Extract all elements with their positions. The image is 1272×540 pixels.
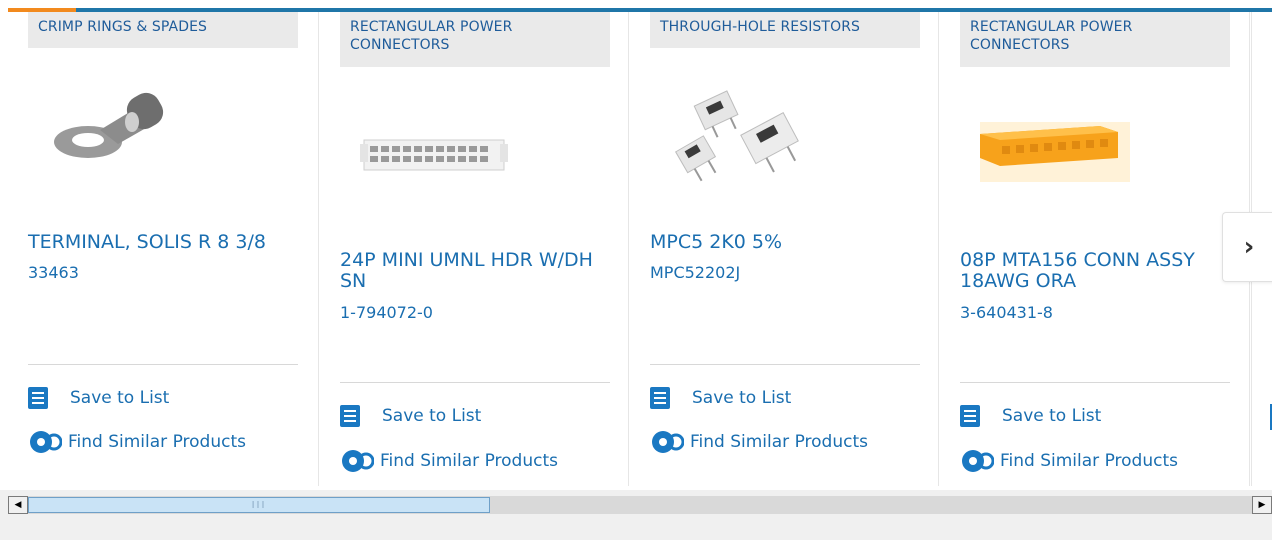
arrow-left-icon: ◀: [14, 500, 22, 510]
checklist-icon: [960, 405, 980, 427]
product-image[interactable]: [28, 72, 298, 192]
product-carousel: CRIMP RINGS & SPADES TERMINAL, SOLIS R 8…: [0, 0, 1272, 490]
horizontal-scrollbar[interactable]: ◀ III ▶: [8, 496, 1272, 514]
find-similar-button[interactable]: Find Similar Products: [28, 429, 246, 455]
category-label[interactable]: THROUGH-HOLE RESISTORS: [650, 12, 920, 48]
find-similar-button[interactable]: Find Similar Products: [340, 448, 558, 474]
product-title[interactable]: MPC5 2K0 5%: [650, 232, 920, 253]
gears-icon: [652, 431, 684, 453]
part-number[interactable]: 1-794072-0: [340, 303, 610, 323]
save-to-list-button[interactable]: Save to List: [28, 385, 169, 411]
save-to-list-label: Save to List: [70, 388, 170, 408]
part-number[interactable]: 3-640431-8: [960, 303, 1230, 323]
save-to-list-label: Save to List: [1002, 406, 1102, 426]
find-similar-button[interactable]: Find Similar Products: [650, 429, 868, 455]
gears-icon: [30, 431, 62, 453]
product-title[interactable]: 24P MINI UMNL HDR W/DH SN: [340, 250, 610, 292]
checklist-icon: [650, 387, 670, 409]
card-divider: [28, 364, 298, 365]
scroll-right-button[interactable]: ▶: [1252, 496, 1272, 514]
category-label[interactable]: CRIMP RINGS & SPADES: [28, 12, 298, 48]
part-number[interactable]: MPC52202J: [650, 263, 920, 283]
find-similar-label: Find Similar Products: [380, 451, 558, 471]
next-button[interactable]: ›: [1222, 212, 1272, 282]
product-title[interactable]: TERMINAL, SOLIS R 8 3/8: [28, 232, 298, 253]
find-similar-label: Find Similar Products: [1000, 451, 1178, 471]
product-image[interactable]: [650, 74, 920, 194]
save-to-list-label: Save to List: [692, 388, 792, 408]
card-divider: [650, 364, 920, 365]
product-card: RECTANGULAR POWER CONNECTORS 24P MINI UM…: [320, 12, 629, 486]
checklist-icon: [340, 405, 360, 427]
grip-icon: III: [251, 499, 267, 511]
product-card: THROUGH-HOLE RESISTORS MPC5 2K0 5% MPC52…: [630, 12, 939, 486]
product-card: CRIMP RINGS & SPADES TERMINAL, SOLIS R 8…: [8, 12, 319, 486]
product-title[interactable]: 08P MTA156 CONN ASSY 18AWG ORA: [960, 250, 1222, 292]
save-to-list-button[interactable]: Save to List: [960, 403, 1101, 429]
scrollbar-thumb[interactable]: III: [28, 497, 490, 513]
arrow-right-icon: ▶: [1258, 500, 1266, 510]
card-divider: [960, 382, 1230, 383]
save-to-list-label: Save to List: [382, 406, 482, 426]
part-number[interactable]: 33463: [28, 263, 298, 283]
gears-icon: [342, 450, 374, 472]
category-label[interactable]: RECTANGULAR POWER CONNECTORS: [960, 12, 1230, 67]
scroll-left-button[interactable]: ◀: [8, 496, 28, 514]
find-similar-label: Find Similar Products: [690, 432, 868, 452]
chevron-right-icon: ›: [1243, 232, 1255, 262]
product-image[interactable]: [340, 92, 610, 212]
checklist-icon: [28, 387, 48, 409]
save-to-list-button[interactable]: Save to List: [340, 403, 481, 429]
card-divider: [340, 382, 610, 383]
product-card: RECTANGULAR POWER CONNECTORS 08P MTA156 …: [940, 12, 1250, 486]
gears-icon: [962, 450, 994, 472]
product-image[interactable]: [960, 92, 1230, 212]
category-label[interactable]: RECTANGULAR POWER CONNECTORS: [340, 12, 610, 67]
save-to-list-button[interactable]: Save to List: [650, 385, 791, 411]
find-similar-label: Find Similar Products: [68, 432, 246, 452]
find-similar-button[interactable]: Find Similar Products: [960, 448, 1178, 474]
